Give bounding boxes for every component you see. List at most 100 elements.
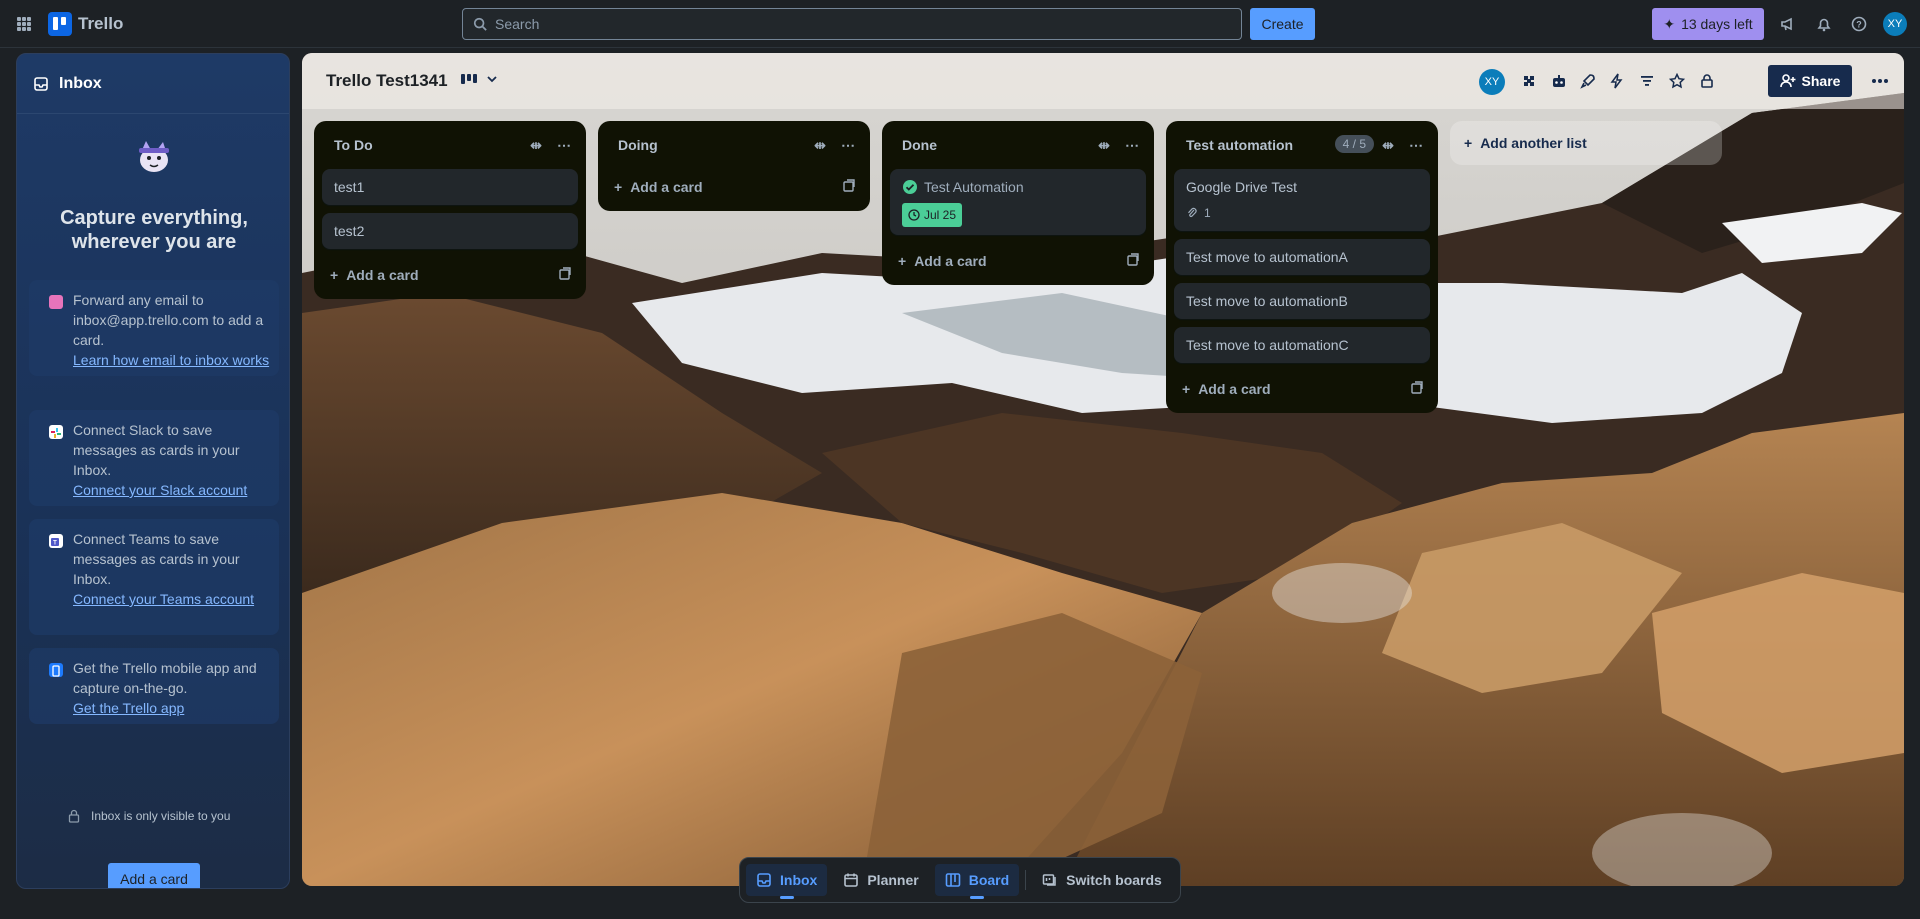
nav-switch-label: Switch boards bbox=[1066, 872, 1162, 888]
list-title[interactable]: Test automation bbox=[1186, 137, 1293, 153]
add-card-button[interactable]: + Add a card bbox=[882, 243, 1154, 279]
add-list-label: Add another list bbox=[1480, 135, 1587, 151]
robot-icon[interactable] bbox=[1547, 69, 1571, 93]
nav-planner[interactable]: Planner bbox=[833, 864, 928, 896]
collapse-list-icon[interactable]: ⇹ bbox=[808, 133, 832, 157]
list-title[interactable]: Done bbox=[902, 137, 937, 153]
app-name: Trello bbox=[78, 14, 124, 33]
trello-logo[interactable]: Trello bbox=[48, 12, 123, 36]
list-header[interactable]: To Do ⇹ ⋯ bbox=[314, 121, 586, 169]
card-template-icon[interactable] bbox=[1126, 253, 1140, 270]
card[interactable]: Test move to automationC bbox=[1174, 327, 1430, 363]
collapse-list-icon[interactable]: ⇹ bbox=[1376, 133, 1400, 157]
inbox-add-card-button[interactable]: Add a card bbox=[108, 863, 200, 888]
card[interactable]: Test move to automationA bbox=[1174, 239, 1430, 275]
svg-text:T: T bbox=[53, 541, 57, 547]
tip-text: Connect Slack to save messages as cards … bbox=[73, 422, 240, 478]
list-done: Done ⇹ ⋯ Test Automation Jul 25 + Add a … bbox=[882, 121, 1154, 285]
card-title: test2 bbox=[334, 223, 365, 239]
private-note-text: Inbox is only visible to you bbox=[91, 809, 231, 823]
add-card-button[interactable]: + Add a card bbox=[1166, 371, 1438, 407]
list-title[interactable]: Doing bbox=[618, 137, 658, 153]
tip-link-mobile[interactable]: Get the Trello app bbox=[73, 698, 271, 718]
tip-email: Forward any email to inbox@app.trello.co… bbox=[29, 280, 279, 376]
trial-button[interactable]: ✦ 13 days left bbox=[1652, 8, 1764, 40]
card[interactable]: test1 bbox=[322, 169, 578, 205]
tip-link-slack[interactable]: Connect your Slack account bbox=[73, 480, 271, 500]
capture-title: Capture everything, wherever you are bbox=[60, 207, 248, 253]
card-template-icon[interactable] bbox=[558, 267, 572, 284]
clock-icon bbox=[908, 209, 920, 221]
board-view-switcher[interactable] bbox=[460, 71, 498, 87]
card[interactable]: test2 bbox=[322, 213, 578, 249]
search-placeholder: Search bbox=[495, 16, 540, 32]
list-title[interactable]: To Do bbox=[334, 137, 373, 153]
due-date-badge[interactable]: Jul 25 bbox=[902, 203, 963, 227]
lightning-icon[interactable] bbox=[1605, 69, 1629, 93]
filter-icon[interactable] bbox=[1635, 69, 1659, 93]
card[interactable]: Google Drive Test 1 bbox=[1174, 169, 1430, 231]
search-input[interactable]: Search bbox=[462, 8, 1242, 40]
board: Trello Test1341 XY Share To Do ⇹ ⋯ test1… bbox=[302, 53, 1904, 886]
nav-inbox[interactable]: Inbox bbox=[746, 864, 828, 896]
add-card-label: Add a card bbox=[914, 253, 987, 269]
tip-text: Connect Teams to save messages as cards … bbox=[73, 531, 240, 587]
share-button[interactable]: Share bbox=[1768, 65, 1852, 97]
tip-link-email[interactable]: Learn how email to inbox works bbox=[73, 350, 271, 370]
plus-icon: + bbox=[1182, 381, 1191, 397]
add-member-icon bbox=[1779, 74, 1796, 88]
plus-icon: + bbox=[614, 179, 623, 195]
plus-icon: + bbox=[898, 253, 907, 269]
card-template-icon[interactable] bbox=[842, 179, 856, 196]
inbox-icon bbox=[757, 873, 771, 887]
chevron-down-icon bbox=[487, 76, 497, 83]
inbox-title: Inbox bbox=[59, 74, 102, 92]
star-icon[interactable] bbox=[1665, 69, 1689, 93]
bottom-nav: Inbox Planner Board Switch boards bbox=[739, 857, 1181, 903]
add-card-button[interactable]: + Add a card bbox=[314, 257, 586, 293]
card[interactable]: Test move to automationB bbox=[1174, 283, 1430, 319]
rocket-icon[interactable] bbox=[1576, 69, 1600, 93]
bell-icon[interactable] bbox=[1812, 12, 1836, 36]
list-menu-icon[interactable]: ⋯ bbox=[1120, 133, 1144, 157]
complete-check-icon[interactable] bbox=[902, 179, 918, 195]
more-options-icon[interactable] bbox=[1868, 69, 1892, 93]
app-switcher-icon[interactable] bbox=[12, 12, 36, 36]
list-menu-icon[interactable]: ⋯ bbox=[1404, 133, 1428, 157]
due-date: Jul 25 bbox=[924, 208, 957, 222]
board-header: Trello Test1341 XY Share bbox=[302, 53, 1904, 109]
list-header[interactable]: Doing ⇹ ⋯ bbox=[598, 121, 870, 169]
collapse-list-icon[interactable]: ⇹ bbox=[524, 133, 548, 157]
list-header[interactable]: Done ⇹ ⋯ bbox=[882, 121, 1154, 169]
paperclip-icon bbox=[1188, 207, 1197, 218]
board-member-avatar[interactable]: XY bbox=[1479, 69, 1505, 95]
tip-link-teams[interactable]: Connect your Teams account bbox=[73, 589, 271, 609]
add-card-label: Add a card bbox=[630, 179, 703, 195]
card-title: Google Drive Test bbox=[1186, 179, 1298, 195]
add-card-button[interactable]: + Add a card bbox=[598, 169, 870, 205]
list-menu-icon[interactable]: ⋯ bbox=[552, 133, 576, 157]
visibility-lock-icon[interactable] bbox=[1695, 69, 1719, 93]
list-menu-icon[interactable]: ⋯ bbox=[836, 133, 860, 157]
power-ups-icon[interactable] bbox=[1517, 69, 1541, 93]
search-icon bbox=[473, 17, 487, 31]
nav-board[interactable]: Board bbox=[934, 864, 1020, 896]
nav-divider bbox=[1025, 870, 1027, 890]
help-icon[interactable]: ? bbox=[1847, 12, 1871, 36]
collapse-list-icon[interactable]: ⇹ bbox=[1092, 133, 1116, 157]
switch-boards-icon bbox=[1042, 874, 1056, 886]
nav-switch-boards[interactable]: Switch boards bbox=[1032, 864, 1172, 896]
user-avatar[interactable]: XY bbox=[1883, 12, 1907, 36]
plus-icon: + bbox=[330, 267, 339, 283]
lock-icon bbox=[68, 809, 80, 823]
megaphone-icon[interactable] bbox=[1776, 12, 1800, 36]
attachment-badge: 1 bbox=[1186, 203, 1418, 223]
board-title[interactable]: Trello Test1341 bbox=[326, 71, 448, 91]
create-button[interactable]: Create bbox=[1250, 8, 1315, 40]
add-card-label: Add a card bbox=[1198, 381, 1271, 397]
card[interactable]: Test Automation Jul 25 bbox=[890, 169, 1146, 235]
add-list-button[interactable]: + Add another list bbox=[1450, 121, 1722, 165]
attachment-count: 1 bbox=[1204, 206, 1211, 220]
card-template-icon[interactable] bbox=[1410, 381, 1424, 398]
list-header[interactable]: Test automation 4 / 5 ⇹ ⋯ bbox=[1166, 121, 1438, 169]
